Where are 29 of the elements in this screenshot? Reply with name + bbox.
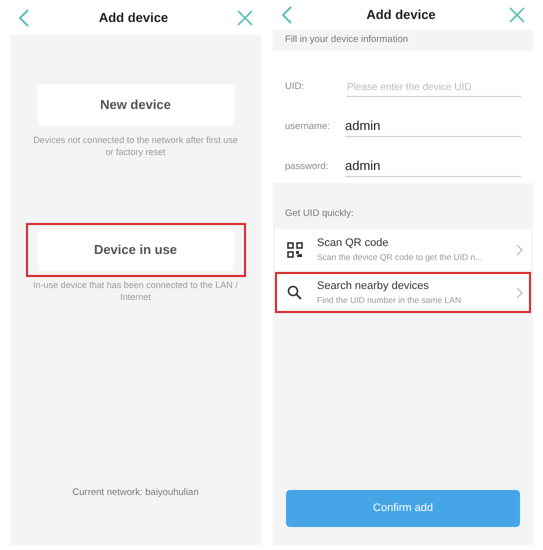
option-description: In-use device that has been connected to the LAN / Internet <box>32 279 239 303</box>
option-button[interactable]: New device <box>38 84 234 126</box>
input-field[interactable]: admin <box>345 116 521 137</box>
row-title: Scan QR code <box>317 236 390 251</box>
back-button[interactable] <box>18 8 30 26</box>
qr-code-icon <box>287 242 303 258</box>
input-field[interactable]: admin <box>345 156 521 177</box>
screen-title: Add device <box>366 6 436 24</box>
option-button[interactable]: Device in use <box>38 229 234 271</box>
back-button[interactable] <box>281 6 293 24</box>
section-heading: Get UID quickly: <box>284 207 355 221</box>
option-description: Devices not connected to the network after first use or factory reset <box>32 134 239 158</box>
current-network: Current network: baiyouhulian <box>72 486 199 500</box>
field-label: UID: <box>285 80 305 94</box>
chevron-icon <box>516 244 523 256</box>
screen-title: Add device <box>98 8 168 27</box>
row-subtitle: Find the UID number in the same LAN <box>317 294 462 308</box>
list-row[interactable]: Scan QR code Scan the device QR code to get the UID n... <box>275 229 531 270</box>
row-title: Search nearby devices <box>317 278 430 294</box>
input-field[interactable]: Please enter the device UID <box>347 80 521 97</box>
search-icon <box>287 285 302 300</box>
list-row[interactable]: Search nearby devices Find the UID number in the same LAN <box>275 272 531 313</box>
close-button[interactable] <box>236 10 253 26</box>
field-label: password: <box>285 160 330 174</box>
field-label: username: <box>285 120 331 134</box>
row-subtitle: Scan the device QR code to get the UID n... <box>317 251 484 264</box>
close-button[interactable] <box>508 7 525 23</box>
chevron-icon <box>516 286 523 298</box>
section-heading: Fill in your device information <box>284 33 410 48</box>
